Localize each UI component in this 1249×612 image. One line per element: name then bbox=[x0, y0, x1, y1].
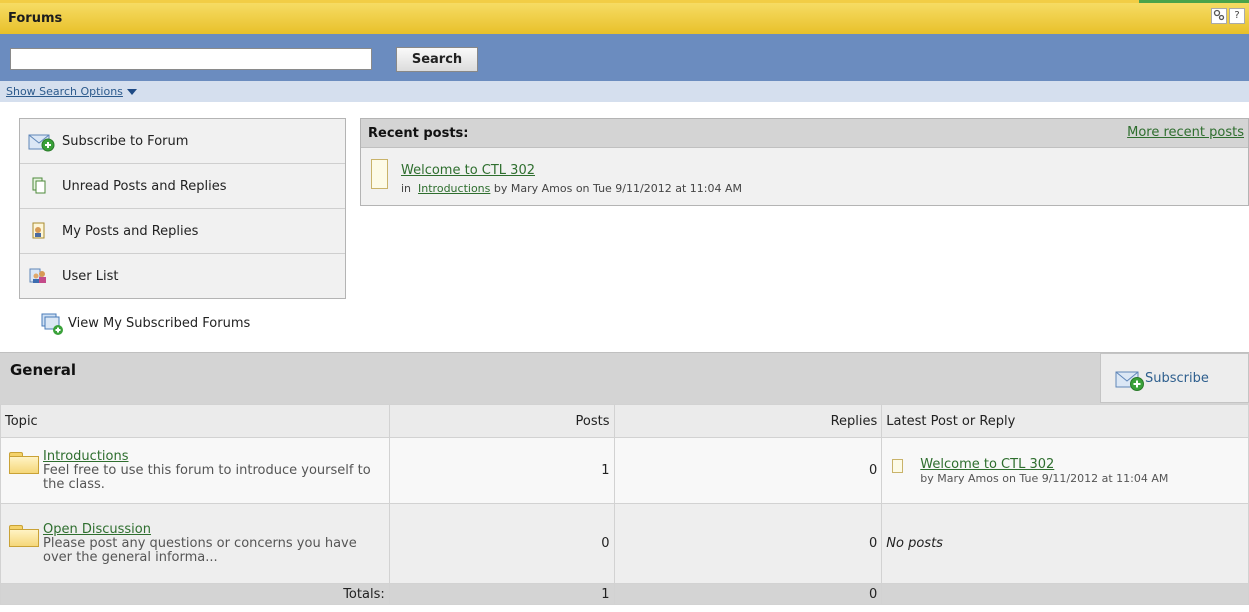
recent-posts-panel: Recent posts: More recent posts Welcome … bbox=[360, 118, 1249, 206]
recent-posts-header: Recent posts: More recent posts bbox=[361, 119, 1248, 148]
no-posts-label: No posts bbox=[886, 536, 943, 551]
search-button[interactable]: Search bbox=[396, 47, 478, 72]
forum-description: Please post any questions or concerns yo… bbox=[43, 536, 357, 565]
totals-latest-empty bbox=[881, 583, 1249, 605]
forum-link-open-discussion[interactable]: Open Discussion bbox=[43, 522, 151, 537]
user-list-icon bbox=[28, 265, 50, 287]
my-posts-icon bbox=[28, 220, 50, 242]
settings-icon[interactable] bbox=[1211, 8, 1227, 24]
more-recent-posts-link[interactable]: More recent posts bbox=[1127, 125, 1244, 140]
page-title: Forums bbox=[8, 11, 63, 26]
folder-icon bbox=[9, 452, 39, 474]
subscribe-icon bbox=[1115, 367, 1144, 391]
search-options-bar: Show Search Options bbox=[0, 81, 1249, 102]
post-document-icon bbox=[892, 458, 904, 473]
latest-post-cell: No posts bbox=[881, 503, 1249, 584]
forum-description: Feel free to use this forum to introduce… bbox=[43, 463, 371, 492]
show-search-options-label: Show Search Options bbox=[6, 85, 123, 98]
table-header-row: Topic Posts Replies Latest Post or Reply bbox=[0, 404, 1249, 438]
show-search-options-link[interactable]: Show Search Options bbox=[6, 85, 137, 98]
view-subscribed-forums-action[interactable]: View My Subscribed Forums bbox=[40, 312, 251, 335]
help-icon[interactable]: ? bbox=[1229, 8, 1245, 24]
latest-post-link[interactable]: Welcome to CTL 302 bbox=[920, 457, 1054, 472]
my-posts-action[interactable]: My Posts and Replies bbox=[20, 209, 345, 254]
folder-icon bbox=[9, 525, 39, 547]
totals-replies: 0 bbox=[613, 583, 883, 605]
user-list-label: User List bbox=[62, 268, 119, 284]
my-posts-label: My Posts and Replies bbox=[62, 223, 199, 239]
forum-actions-panel: Subscribe to Forum Unread Posts and Repl… bbox=[19, 118, 346, 299]
column-header-posts: Posts bbox=[388, 404, 615, 438]
post-document-icon bbox=[371, 159, 388, 189]
title-bar-icons: ? bbox=[1211, 8, 1245, 24]
general-section-header: General Subscribe bbox=[0, 352, 1249, 405]
forums-title-bar: Forums bbox=[0, 0, 1249, 34]
subscribe-to-forum-action[interactable]: Subscribe to Forum bbox=[20, 119, 345, 164]
totals-label: Totals: bbox=[0, 583, 390, 605]
recent-posts-title: Recent posts: bbox=[368, 126, 469, 141]
subscribe-to-forum-label: Subscribe to Forum bbox=[62, 133, 189, 149]
table-row: Introductions Feel free to use this foru… bbox=[0, 437, 1249, 504]
topic-cell: Open Discussion Please post any question… bbox=[0, 503, 390, 584]
unread-posts-action[interactable]: Unread Posts and Replies bbox=[20, 164, 345, 209]
totals-posts: 1 bbox=[388, 583, 615, 605]
recent-post-byline: by Mary Amos on Tue 9/11/2012 at 11:04 A… bbox=[493, 182, 742, 195]
recent-post-meta: in Introductions by Mary Amos on Tue 9/1… bbox=[401, 182, 742, 195]
search-bar: Search bbox=[0, 34, 1249, 81]
latest-post-meta: by Mary Amos on Tue 9/11/2012 at 11:04 A… bbox=[920, 471, 1169, 485]
posts-count: 1 bbox=[388, 437, 615, 504]
view-subscribed-forums-label: View My Subscribed Forums bbox=[68, 315, 251, 331]
search-input[interactable] bbox=[10, 48, 372, 70]
column-header-replies: Replies bbox=[613, 404, 883, 438]
forum-link-introductions[interactable]: Introductions bbox=[43, 449, 129, 464]
recent-post-in-label: in bbox=[401, 182, 412, 195]
recent-post-forum-link[interactable]: Introductions bbox=[418, 182, 490, 195]
replies-count: 0 bbox=[613, 437, 883, 504]
top-accent-strip bbox=[1139, 0, 1249, 3]
subscribed-forums-icon bbox=[40, 312, 63, 335]
latest-post-cell: Welcome to CTL 302 by Mary Amos on Tue 9… bbox=[881, 437, 1249, 504]
posts-count: 0 bbox=[388, 503, 615, 584]
triangle-down-icon bbox=[126, 89, 137, 95]
replies-count: 0 bbox=[613, 503, 883, 584]
unread-posts-label: Unread Posts and Replies bbox=[62, 178, 227, 194]
column-header-topic: Topic bbox=[0, 404, 390, 438]
column-header-latest: Latest Post or Reply bbox=[881, 404, 1249, 438]
general-section-title: General bbox=[10, 361, 76, 379]
topic-cell: Introductions Feel free to use this foru… bbox=[0, 437, 390, 504]
subscribe-label: Subscribe bbox=[1145, 370, 1209, 386]
user-list-action[interactable]: User List bbox=[20, 254, 345, 298]
subscribe-icon bbox=[28, 130, 55, 152]
forums-table: Topic Posts Replies Latest Post or Reply… bbox=[0, 404, 1249, 605]
subscribe-button[interactable]: Subscribe bbox=[1100, 353, 1249, 403]
recent-post-title-link[interactable]: Welcome to CTL 302 bbox=[401, 163, 535, 178]
unread-posts-icon bbox=[28, 175, 50, 197]
table-row: Open Discussion Please post any question… bbox=[0, 503, 1249, 584]
totals-row: Totals: 1 0 bbox=[0, 583, 1249, 605]
